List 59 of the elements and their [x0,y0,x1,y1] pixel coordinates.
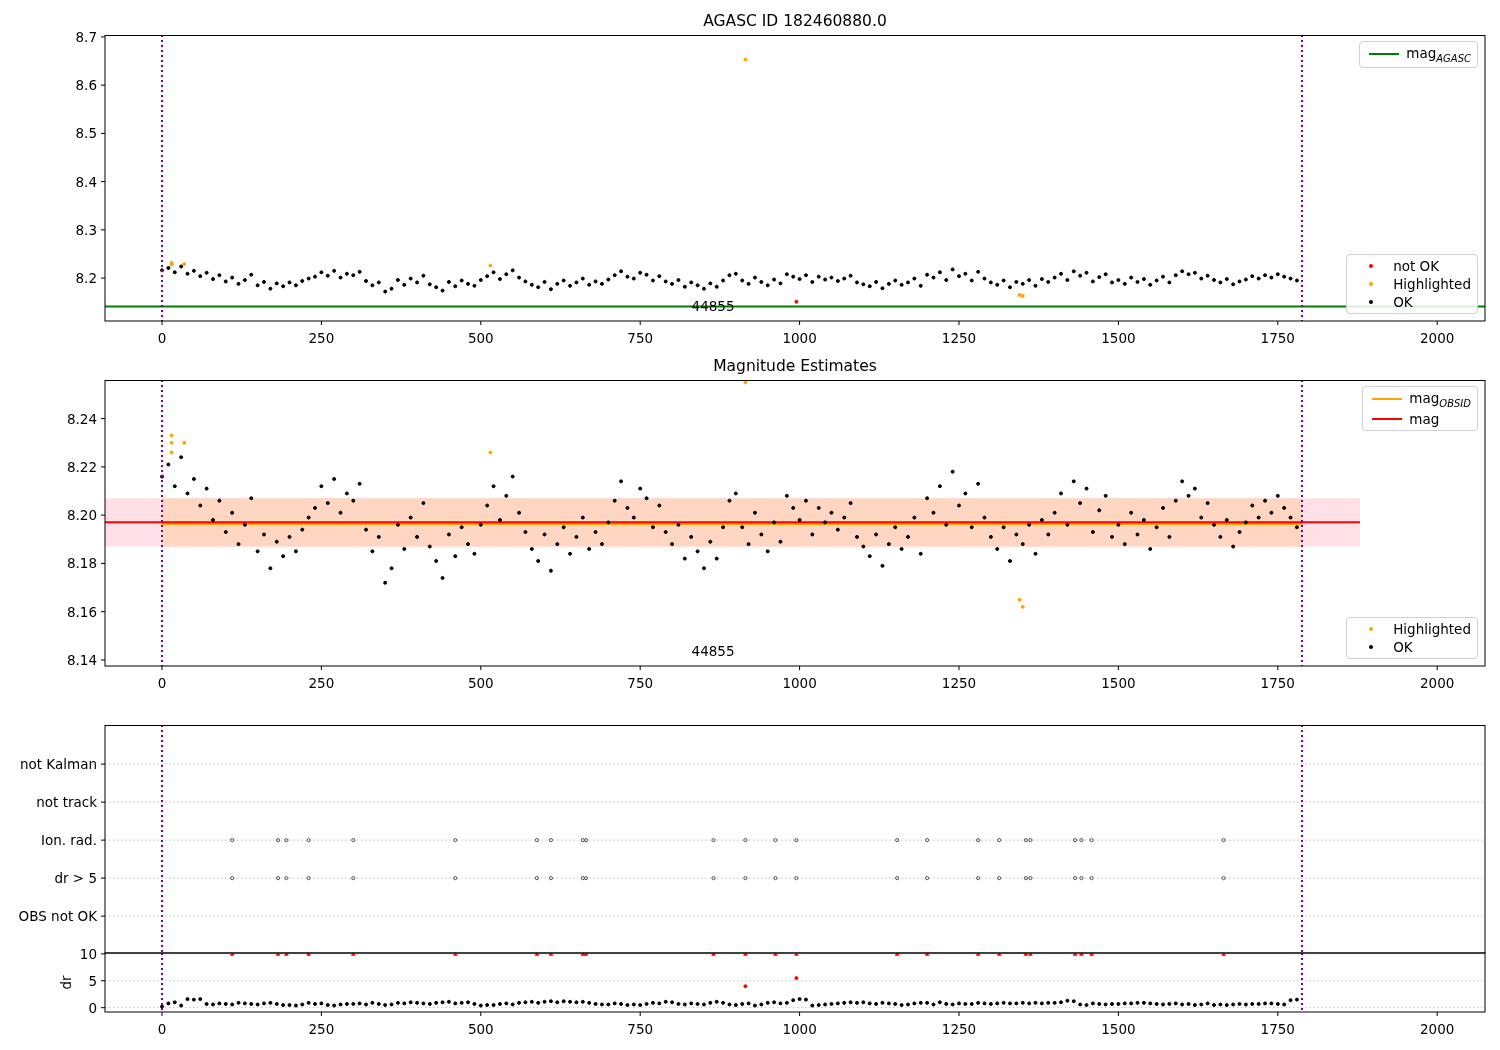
tick-label: 5 [88,972,97,989]
tick-label: 250 [308,1021,335,1037]
tick-label: 8.2 [75,270,97,287]
tick-label: 750 [627,330,654,346]
legend-label: OK [1392,294,1414,310]
chart-title: Magnitude Estimates [713,357,877,375]
tick-label: 8.6 [75,77,97,94]
tick-label: not Kalman [19,756,97,773]
tick-label: 8.22 [66,458,97,475]
observation-label: 44855 [691,643,735,659]
tick-label: 8.16 [66,603,97,620]
legend-label: mag$_{OBSID}$ [1408,390,1471,409]
tick-label: 1500 [1101,1021,1136,1037]
tick-label: Ion. rad. [40,832,97,849]
tick-label: 0 [88,999,97,1016]
tick-label: not track [36,794,97,811]
tick-label: 0 [157,330,167,346]
tick-label: 250 [308,675,335,691]
tick-label: 8.3 [75,221,97,238]
tick-label: 2000 [1420,330,1455,346]
tick-label: 1750 [1260,1021,1295,1037]
tick-label: 1250 [941,675,977,691]
legend-label: mag$_{AGASC}$ [1405,45,1471,64]
tick-label: 250 [308,330,335,346]
legend-label: Highlighted [1392,621,1471,637]
axis-label: dr [58,975,74,990]
tick-label: 8.4 [75,173,97,190]
tick-label: 1750 [1260,675,1295,691]
tick-label: 2000 [1420,675,1455,691]
legend-label: not OK [1392,258,1441,274]
tick-label: 8.18 [66,555,97,572]
tick-label: 750 [627,675,654,691]
tick-label: 500 [467,330,494,346]
tick-label: 2000 [1420,1021,1455,1037]
tick-label: 8.24 [66,410,97,427]
chart-title: AGASC ID 182460880.0 [703,12,887,30]
tick-label: 750 [627,1021,654,1037]
tick-label: 1500 [1101,675,1136,691]
legend-label: Highlighted [1392,276,1471,292]
tick-label: OBS not OK [18,908,97,925]
tick-label: 500 [467,1021,494,1037]
legend-label: mag [1408,410,1441,427]
tick-label: 8.20 [66,507,97,524]
tick-label: 1000 [782,1021,817,1037]
tick-label: 1750 [1260,330,1295,346]
tick-label: 0 [157,1021,167,1037]
tick-label: 8.7 [75,28,97,45]
tick-label: 1250 [941,1021,977,1037]
tick-label: 0 [157,675,167,691]
tick-label: 500 [467,675,494,691]
legend-label: OK [1392,639,1414,655]
tick-label: 8.5 [75,125,97,142]
tick-label: 1000 [782,675,817,691]
tick-label: 10 [79,945,97,962]
tick-label: dr > 5 [54,870,97,887]
tick-label: 1250 [941,330,977,346]
tick-label: 1500 [1101,330,1136,346]
tick-label: 1000 [782,330,817,346]
tick-label: 8.14 [66,651,97,668]
